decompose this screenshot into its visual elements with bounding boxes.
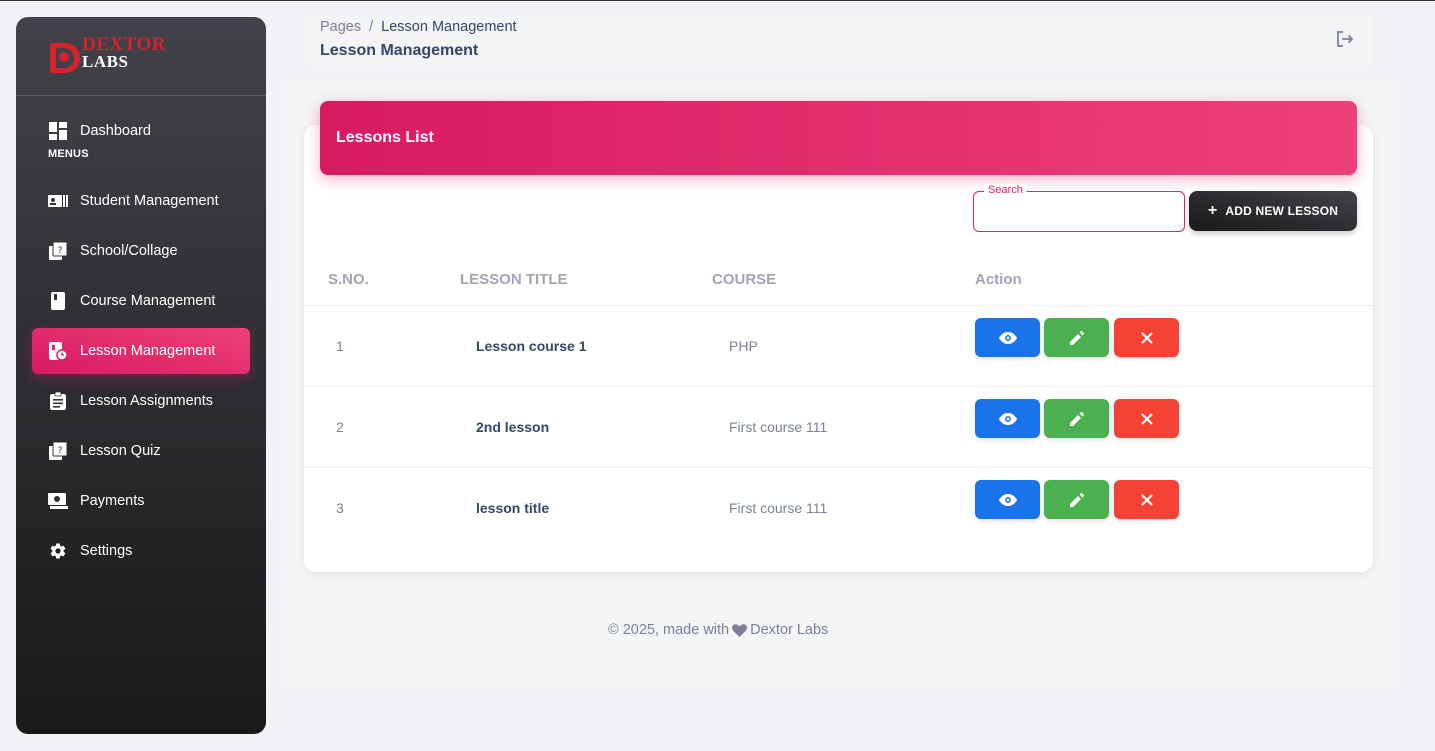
view-button[interactable]	[975, 480, 1040, 519]
sidebar-item-label: Lesson Assignments	[80, 393, 213, 409]
close-icon	[1140, 331, 1153, 344]
breadcrumb-separator: /	[369, 19, 374, 35]
logout-icon[interactable]	[1335, 29, 1355, 49]
sidebar-item-label: Course Management	[80, 293, 216, 309]
gear-icon	[48, 541, 68, 561]
eye-icon	[998, 331, 1017, 344]
row-lesson-title: lesson title	[476, 500, 550, 516]
pencil-icon	[1069, 330, 1084, 345]
row-course: First course 111	[729, 500, 828, 516]
sidebar-item-school-collage[interactable]: ? School/Collage	[32, 228, 250, 274]
sidebar-nav: Dashboard MENUS Student Management ? Sch…	[16, 96, 266, 574]
row-sno: 1	[336, 338, 344, 354]
sidebar-item-payments[interactable]: Payments	[32, 478, 250, 524]
row-sno: 2	[336, 419, 344, 435]
row-lesson-title: 2nd lesson	[476, 419, 550, 435]
payments-icon	[48, 491, 68, 511]
brand[interactable]: DEXTOR LABS	[16, 17, 266, 96]
row-lesson-title: Lesson course 1	[476, 338, 587, 354]
add-new-lesson-label: ADD NEW LESSON	[1225, 204, 1339, 218]
quiz-icon: ?	[48, 441, 68, 461]
svg-text:?: ?	[58, 446, 63, 456]
column-header-action: Action	[975, 271, 1022, 288]
eye-icon	[998, 493, 1017, 506]
delete-button[interactable]	[1114, 480, 1179, 519]
footer-prefix: © 2025, made with	[608, 622, 730, 638]
eye-icon	[998, 412, 1017, 425]
sidebar-item-settings[interactable]: Settings	[32, 528, 250, 574]
menus-section-label: MENUS	[48, 148, 89, 160]
quiz-icon: ?	[48, 241, 68, 261]
heart-icon	[732, 623, 748, 637]
breadcrumb-current: Lesson Management	[381, 19, 517, 35]
footer-brand-link[interactable]: Dextor Labs	[750, 622, 828, 638]
sidebar-item-label: Settings	[80, 543, 133, 559]
edit-button[interactable]	[1044, 318, 1109, 357]
id-card-icon	[48, 191, 68, 211]
sidebar-item-label: School/Collage	[80, 243, 178, 259]
search-label: Search	[984, 184, 1027, 196]
add-new-lesson-button[interactable]: + ADD NEW LESSON	[1189, 191, 1357, 231]
sidebar-item-lesson-management[interactable]: Lesson Management	[32, 328, 250, 374]
row-divider	[304, 386, 1373, 387]
sidebar-item-course-management[interactable]: Course Management	[32, 278, 250, 324]
close-icon	[1140, 493, 1153, 506]
edit-button[interactable]	[1044, 480, 1109, 519]
card-title: Lessons List	[336, 129, 434, 146]
table-header-divider	[304, 305, 1373, 306]
column-header-lesson-title: LESSON TITLE	[460, 271, 568, 288]
sidebar-item-label: Lesson Management	[80, 343, 216, 359]
search-field[interactable]: Search	[973, 184, 1185, 232]
view-button[interactable]	[975, 399, 1040, 438]
breadcrumb: Pages / Lesson Management	[320, 19, 517, 35]
footer: © 2025, made with Dextor Labs	[608, 622, 828, 638]
pencil-icon	[1069, 411, 1084, 426]
delete-button[interactable]	[1114, 318, 1179, 357]
topbar: Pages / Lesson Management Lesson Managemen…	[304, 13, 1373, 69]
column-header-sno: S.NO.	[328, 271, 369, 288]
brand-logo: DEXTOR LABS	[48, 35, 166, 76]
close-icon	[1140, 412, 1153, 425]
sidebar-item-label: Student Management	[80, 193, 219, 209]
brand-mark-icon	[48, 40, 80, 76]
sidebar-item-label: Dashboard	[80, 123, 151, 139]
dashboard-icon	[48, 121, 68, 141]
column-header-course: COURSE	[712, 271, 777, 288]
row-course: PHP	[729, 338, 758, 354]
sidebar-item-lesson-assignments[interactable]: Lesson Assignments	[32, 378, 250, 424]
sidebar-item-label: Payments	[80, 493, 145, 509]
lesson-icon	[48, 341, 68, 361]
edit-button[interactable]	[1044, 399, 1109, 438]
pencil-icon	[1069, 492, 1084, 507]
plus-icon: +	[1207, 202, 1218, 219]
sidebar-item-label: Lesson Quiz	[80, 443, 161, 459]
row-divider	[304, 467, 1373, 468]
sidebar-item-student-management[interactable]: Student Management	[32, 178, 250, 224]
breadcrumb-root[interactable]: Pages	[320, 19, 361, 35]
page-title: Lesson Management	[320, 42, 479, 59]
row-sno: 3	[336, 500, 344, 516]
sidebar-item-lesson-quiz[interactable]: ? Lesson Quiz	[32, 428, 250, 474]
book-icon	[48, 291, 68, 311]
search-input[interactable]	[974, 192, 1184, 231]
delete-button[interactable]	[1114, 399, 1179, 438]
svg-text:?: ?	[58, 246, 63, 256]
clipboard-icon	[48, 391, 68, 411]
view-button[interactable]	[975, 318, 1040, 357]
card-header: Lessons List	[320, 101, 1357, 175]
brand-name-line2: LABS	[82, 52, 129, 71]
brand-name-line1: DEXTOR	[82, 34, 166, 55]
sidebar: DEXTOR LABS Dashboard MENUS Student Mana…	[16, 17, 266, 734]
row-course: First course 111	[729, 419, 828, 435]
